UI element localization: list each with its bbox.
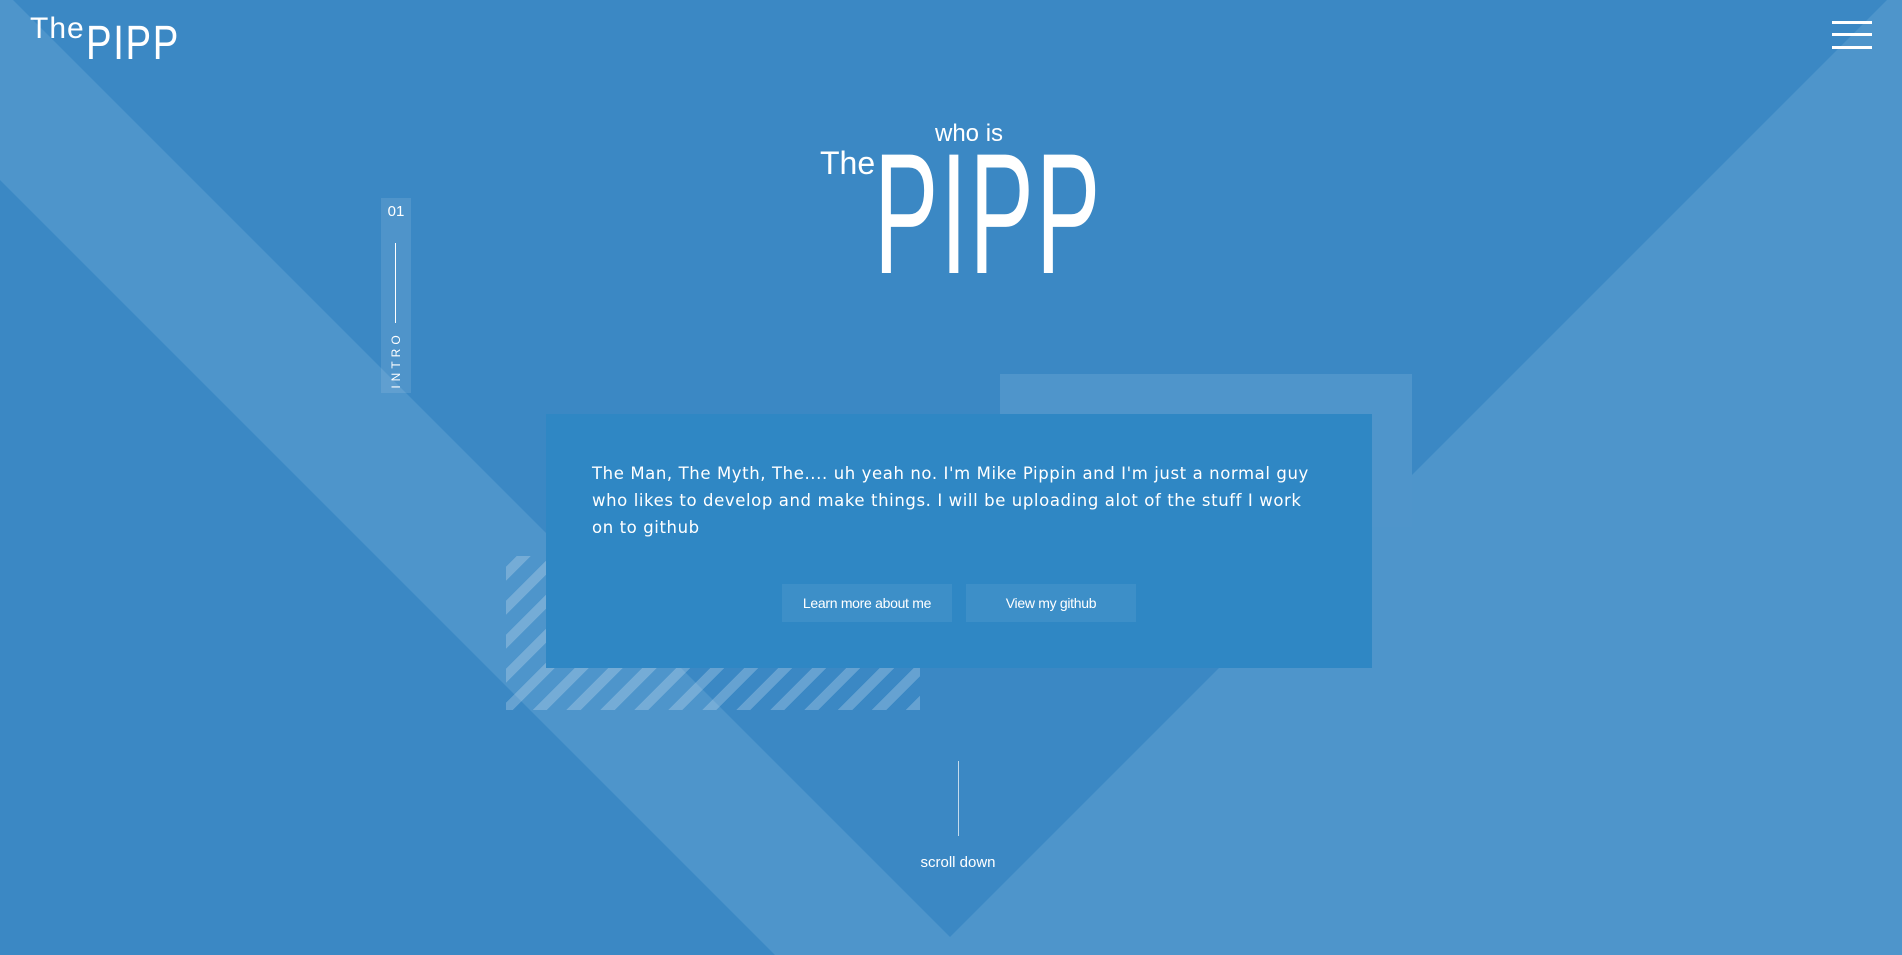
hero-the: The [820,145,876,181]
section-number: 01 [387,203,405,220]
intro-card: The Man, The Myth, The.... uh yeah no. I… [546,414,1372,668]
section-divider [395,243,396,323]
section-indicator: 01 INTRO [381,198,411,393]
view-github-button[interactable]: View my github [966,584,1136,622]
learn-more-button[interactable]: Learn more about me [782,584,952,622]
hero-title: PIPP [874,118,1103,310]
scroll-line [958,761,959,836]
section-label: INTRO [389,331,403,389]
hamburger-menu-icon[interactable] [1832,20,1872,50]
logo-pipp: PIPP [86,17,180,70]
site-logo[interactable]: The PIPP [30,10,190,68]
intro-text: The Man, The Myth, The.... uh yeah no. I… [592,464,1309,537]
logo-the: The [30,12,85,45]
scroll-down-link[interactable]: scroll down [908,854,1008,871]
